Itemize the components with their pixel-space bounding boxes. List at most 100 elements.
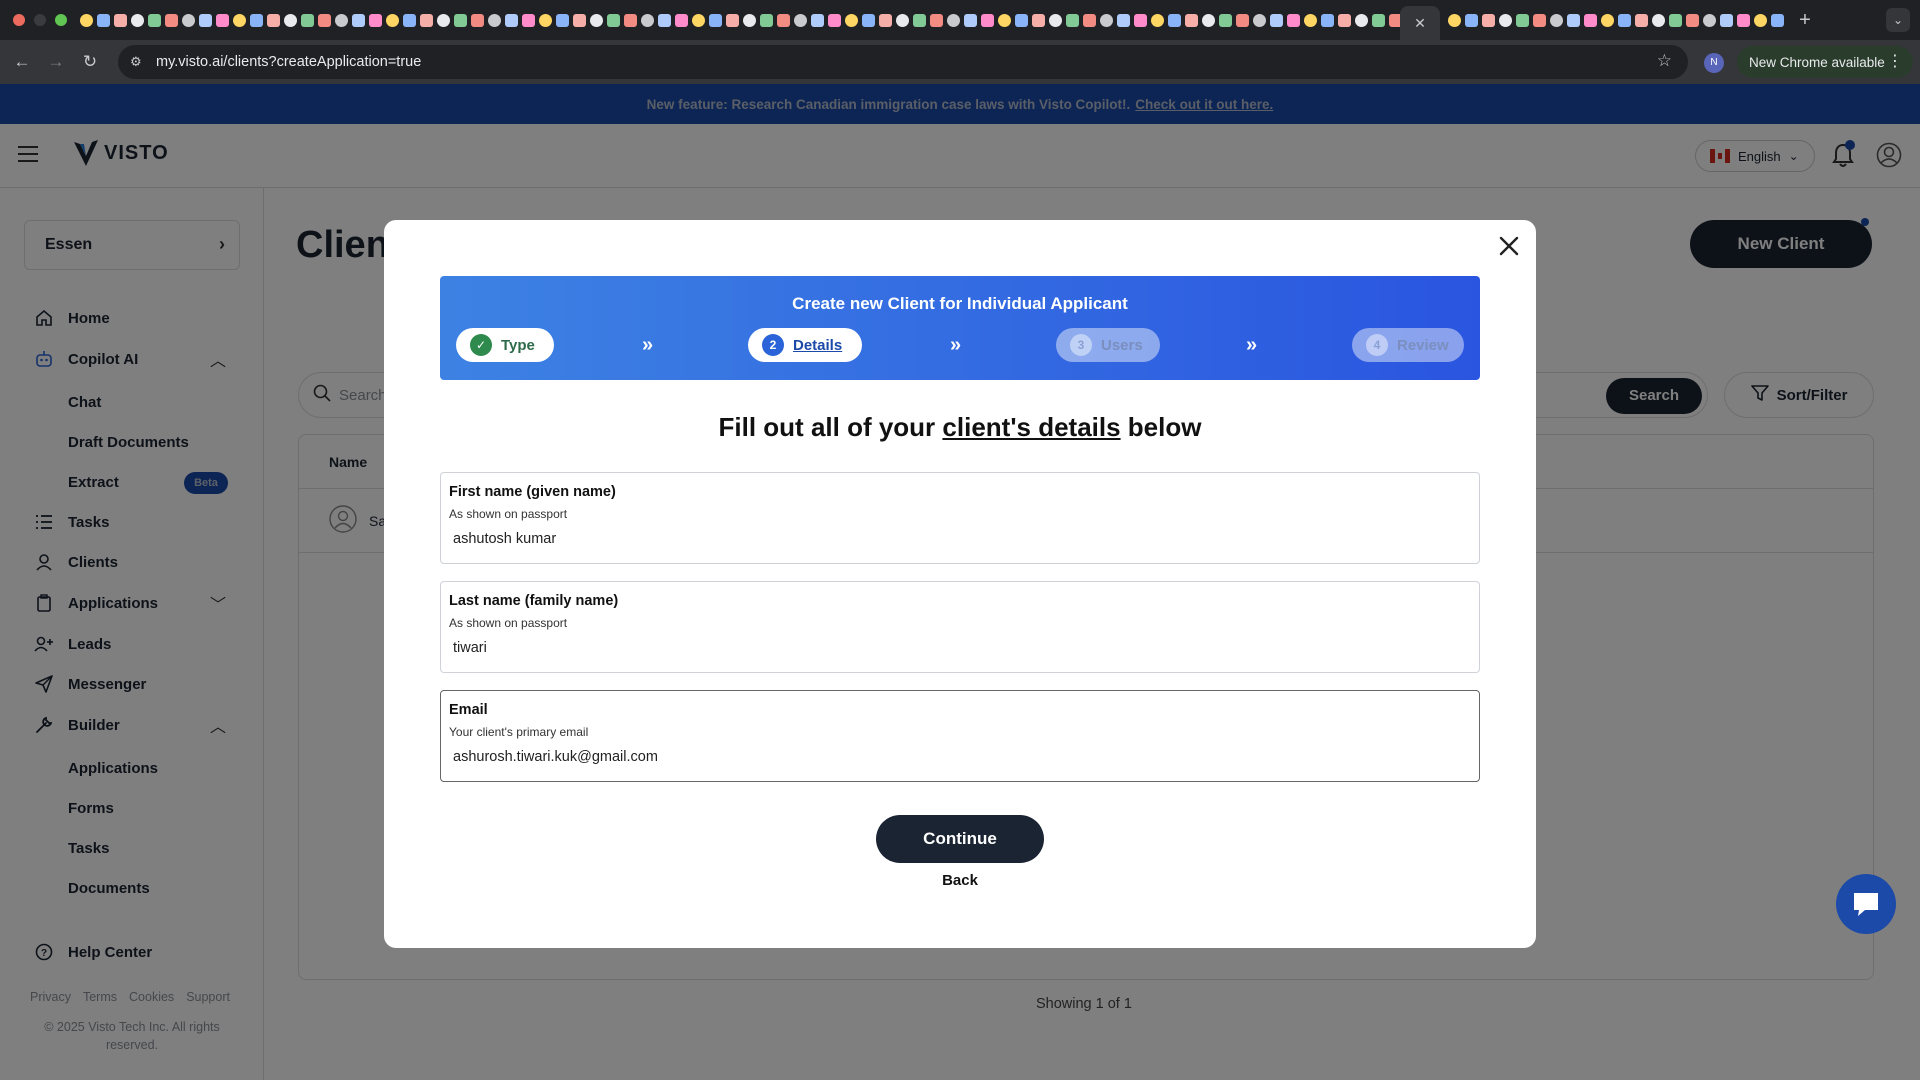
tab-favicon-icon[interactable] (556, 13, 569, 27)
tab-favicon-icon[interactable] (267, 13, 280, 27)
minimize-window-button[interactable] (34, 14, 46, 26)
tab-favicon-icon[interactable] (1669, 13, 1682, 27)
tab-favicon-icon[interactable] (845, 13, 858, 27)
tab-favicon-icon[interactable] (1771, 13, 1784, 27)
close-icon[interactable] (1497, 234, 1521, 258)
address-bar[interactable]: ⚙ my.visto.ai/clients?createApplication=… (118, 45, 1688, 79)
tab-favicon-icon[interactable] (1372, 13, 1385, 27)
tab-favicon-icon[interactable] (1168, 13, 1181, 27)
tab-favicon-icon[interactable] (998, 13, 1011, 27)
tab-favicon-icon[interactable] (1066, 13, 1079, 27)
tab-favicon-icon[interactable] (947, 13, 960, 27)
tab-favicon-icon[interactable] (352, 13, 365, 27)
tab-favicon-icon[interactable] (1355, 13, 1368, 27)
tab-search-button[interactable]: ⌄ (1886, 8, 1910, 32)
first-name-field[interactable]: First name (given name) As shown on pass… (440, 472, 1480, 564)
chrome-update-button[interactable]: New Chrome available ⋮ (1737, 46, 1913, 78)
tab-favicon-icon[interactable] (182, 13, 195, 27)
tab-favicon-icon[interactable] (318, 13, 331, 27)
tab-favicon-icon[interactable] (607, 13, 620, 27)
tab-favicon-icon[interactable] (794, 13, 807, 27)
tab-favicon-icon[interactable] (420, 13, 433, 27)
tab-favicon-icon[interactable] (641, 13, 654, 27)
tab-favicon-icon[interactable] (658, 13, 671, 27)
active-tab[interactable]: ✕ (1400, 6, 1440, 40)
tab-favicon-icon[interactable] (1567, 13, 1580, 27)
tab-favicon-icon[interactable] (522, 13, 535, 27)
tab-favicon-icon[interactable] (573, 13, 586, 27)
tab-favicon-icon[interactable] (437, 13, 450, 27)
first-name-input[interactable] (449, 531, 1471, 547)
close-tab-icon[interactable]: ✕ (1414, 15, 1426, 32)
tab-favicon-icon[interactable] (1134, 13, 1147, 27)
email-input[interactable] (449, 749, 1471, 765)
tab-favicon-icon[interactable] (1720, 13, 1733, 27)
back-arrow-icon[interactable]: ← (5, 52, 39, 72)
tab-favicon-icon[interactable] (301, 13, 314, 27)
tab-favicon-icon[interactable] (1100, 13, 1113, 27)
pinned-tabs[interactable] (80, 0, 1400, 40)
tab-favicon-icon[interactable] (624, 13, 637, 27)
tab-favicon-icon[interactable] (165, 13, 178, 27)
maximize-window-button[interactable] (55, 14, 67, 26)
tab-favicon-icon[interactable] (1499, 13, 1512, 27)
tab-favicon-icon[interactable] (505, 13, 518, 27)
tab-favicon-icon[interactable] (1304, 13, 1317, 27)
tab-favicon-icon[interactable] (675, 13, 688, 27)
tab-favicon-icon[interactable] (1338, 13, 1351, 27)
last-name-input[interactable] (449, 640, 1471, 656)
tab-favicon-icon[interactable] (1703, 13, 1716, 27)
back-link[interactable]: Back (942, 872, 978, 889)
tab-favicon-icon[interactable] (1516, 13, 1529, 27)
tab-favicon-icon[interactable] (1202, 13, 1215, 27)
tab-favicon-icon[interactable] (590, 13, 603, 27)
tab-favicon-icon[interactable] (828, 13, 841, 27)
tab-favicon-icon[interactable] (964, 13, 977, 27)
tab-favicon-icon[interactable] (726, 13, 739, 27)
tab-favicon-icon[interactable] (777, 13, 790, 27)
tab-favicon-icon[interactable] (913, 13, 926, 27)
tab-favicon-icon[interactable] (1151, 13, 1164, 27)
tab-favicon-icon[interactable] (1049, 13, 1062, 27)
forward-arrow-icon[interactable]: → (39, 52, 73, 72)
step-type[interactable]: ✓ Type (456, 328, 554, 362)
tab-favicon-icon[interactable] (709, 13, 722, 27)
tab-favicon-icon[interactable] (1219, 13, 1232, 27)
tab-favicon-icon[interactable] (1015, 13, 1028, 27)
url-text[interactable]: my.visto.ai/clients?createApplication=tr… (156, 54, 421, 70)
tab-favicon-icon[interactable] (471, 13, 484, 27)
tab-favicon-icon[interactable] (1083, 13, 1096, 27)
tab-favicon-icon[interactable] (284, 13, 297, 27)
tab-favicon-icon[interactable] (233, 13, 246, 27)
continue-button[interactable]: Continue (876, 815, 1044, 863)
tab-favicon-icon[interactable] (1253, 13, 1266, 27)
tab-favicon-icon[interactable] (981, 13, 994, 27)
tab-favicon-icon[interactable] (743, 13, 756, 27)
tab-favicon-icon[interactable] (1032, 13, 1045, 27)
step-details[interactable]: 2 Details (748, 328, 862, 362)
tab-favicon-icon[interactable] (114, 13, 127, 27)
tab-favicon-icon[interactable] (369, 13, 382, 27)
tab-favicon-icon[interactable] (539, 13, 552, 27)
tab-favicon-icon[interactable] (148, 13, 161, 27)
tab-favicon-icon[interactable] (335, 13, 348, 27)
tab-favicon-icon[interactable] (760, 13, 773, 27)
tab-favicon-icon[interactable] (131, 13, 144, 27)
tab-favicon-icon[interactable] (1584, 13, 1597, 27)
kebab-menu-icon[interactable]: ⋮ (1887, 51, 1903, 71)
tab-favicon-icon[interactable] (1389, 13, 1400, 27)
tab-favicon-icon[interactable] (1635, 13, 1648, 27)
tab-favicon-icon[interactable] (1533, 13, 1546, 27)
tab-favicon-icon[interactable] (1287, 13, 1300, 27)
tab-favicon-icon[interactable] (1686, 13, 1699, 27)
site-info-icon[interactable]: ⚙ (130, 54, 156, 70)
bookmark-star-icon[interactable]: ☆ (1657, 51, 1672, 71)
tab-favicon-icon[interactable] (80, 13, 93, 27)
new-tab-button[interactable]: + (1790, 9, 1820, 32)
tab-favicon-icon[interactable] (1652, 13, 1665, 27)
tab-favicon-icon[interactable] (1465, 13, 1478, 27)
reload-icon[interactable]: ↻ (73, 52, 107, 72)
tab-favicon-icon[interactable] (1618, 13, 1631, 27)
tab-favicon-icon[interactable] (250, 13, 263, 27)
tab-favicon-icon[interactable] (930, 13, 943, 27)
